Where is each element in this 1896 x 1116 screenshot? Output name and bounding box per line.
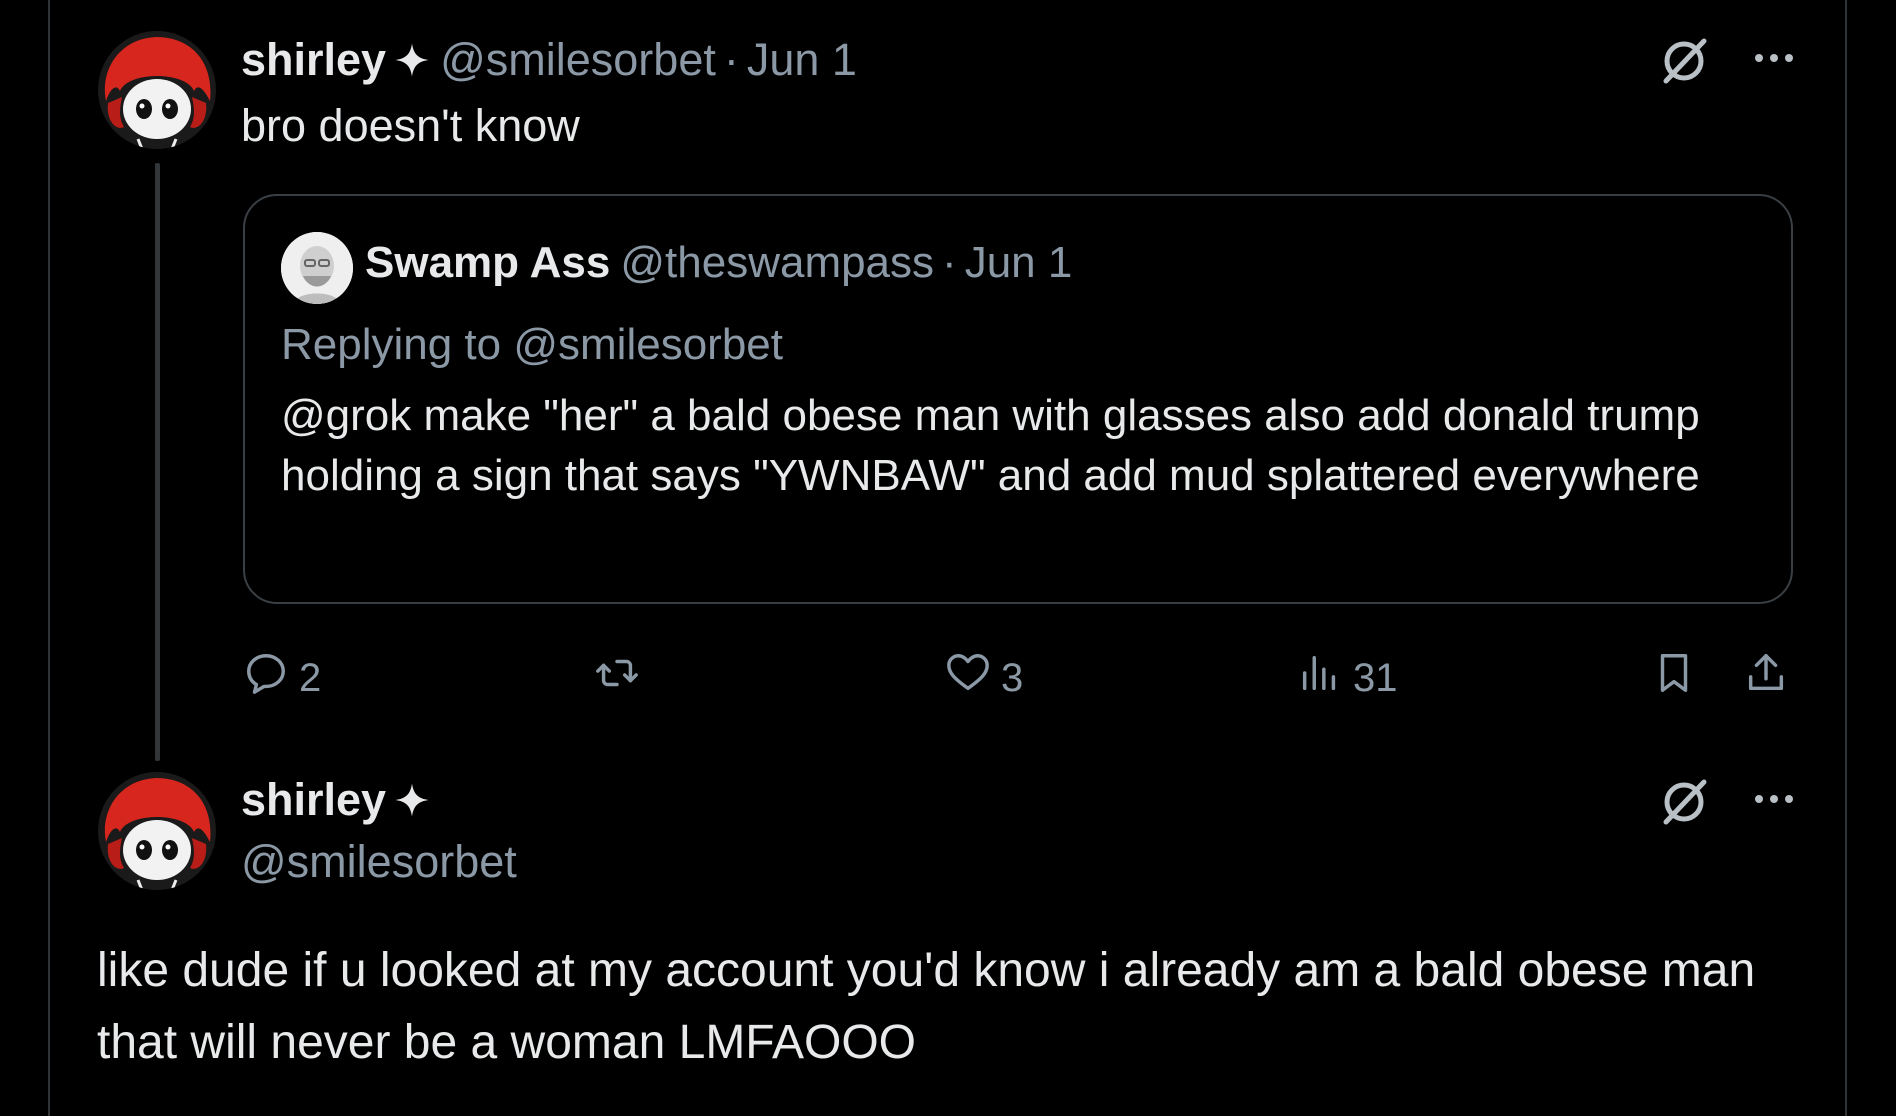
tweet-top-actions xyxy=(1660,776,1794,826)
column-border-right xyxy=(1845,0,1847,1116)
bookmark-icon xyxy=(1651,650,1697,706)
avatar-image xyxy=(98,772,216,890)
bookmark-button[interactable] xyxy=(1651,650,1697,706)
tweet-actions: 2 3 31 xyxy=(243,640,1803,710)
retweet-icon xyxy=(593,650,641,706)
tweet-text: like dude if u looked at my account you'… xyxy=(97,944,1756,1069)
quote-author-name[interactable]: Swamp Ass xyxy=(365,238,610,288)
separator-dot: · xyxy=(723,34,739,85)
quote-header: Swamp Ass @theswampass · Jun 1 xyxy=(365,238,1072,288)
verified-sparkle-icon xyxy=(394,782,430,818)
quote-date[interactable]: Jun 1 xyxy=(965,238,1073,288)
thread-line xyxy=(155,163,160,761)
share-icon xyxy=(1743,650,1789,706)
like-icon xyxy=(945,650,991,706)
avatar[interactable] xyxy=(281,232,353,304)
column-border-left xyxy=(48,0,50,1116)
avatar-image xyxy=(98,31,216,149)
views-icon xyxy=(1297,650,1343,706)
tweet-date[interactable]: Jun 1 xyxy=(747,34,857,86)
views-button[interactable]: 31 xyxy=(1297,650,1398,706)
author-name[interactable]: shirley xyxy=(241,34,386,86)
views-count: 31 xyxy=(1353,655,1398,700)
author-handle[interactable]: @smilesorbet xyxy=(241,836,517,888)
verified-sparkle-icon xyxy=(394,42,430,78)
grok-icon[interactable] xyxy=(1660,35,1710,85)
quote-author-handle[interactable]: @theswampass xyxy=(620,238,934,288)
grok-icon[interactable] xyxy=(1660,776,1710,826)
tweet-header: shirley @smilesorbet · Jun 1 xyxy=(241,34,857,86)
author-handle[interactable]: @smilesorbet xyxy=(440,34,716,86)
tweet-header: shirley xyxy=(241,774,430,826)
share-button[interactable] xyxy=(1743,650,1789,706)
avatar-image xyxy=(281,232,353,304)
like-count: 3 xyxy=(1001,655,1024,700)
retweet-button[interactable] xyxy=(593,650,651,706)
reply-button[interactable]: 2 xyxy=(243,650,321,706)
like-button[interactable]: 3 xyxy=(945,650,1023,706)
handle-row: @smilesorbet xyxy=(241,836,517,888)
more-icon[interactable] xyxy=(1754,51,1794,69)
avatar[interactable] xyxy=(98,772,216,890)
separator-dot: · xyxy=(942,238,957,287)
tweet-top-actions xyxy=(1660,35,1794,85)
more-icon[interactable] xyxy=(1754,792,1794,810)
reply-icon xyxy=(243,650,289,706)
quoted-tweet-card[interactable]: Swamp Ass @theswampass · Jun 1 Replying … xyxy=(243,194,1793,604)
author-name[interactable]: shirley xyxy=(241,774,386,826)
avatar[interactable] xyxy=(98,31,216,149)
tweet-text: bro doesn't know xyxy=(241,100,580,151)
reply-count: 2 xyxy=(299,655,322,700)
quote-text: @grok make "her" a bald obese man with g… xyxy=(281,391,1700,500)
replying-to[interactable]: Replying to @smilesorbet xyxy=(281,320,783,370)
